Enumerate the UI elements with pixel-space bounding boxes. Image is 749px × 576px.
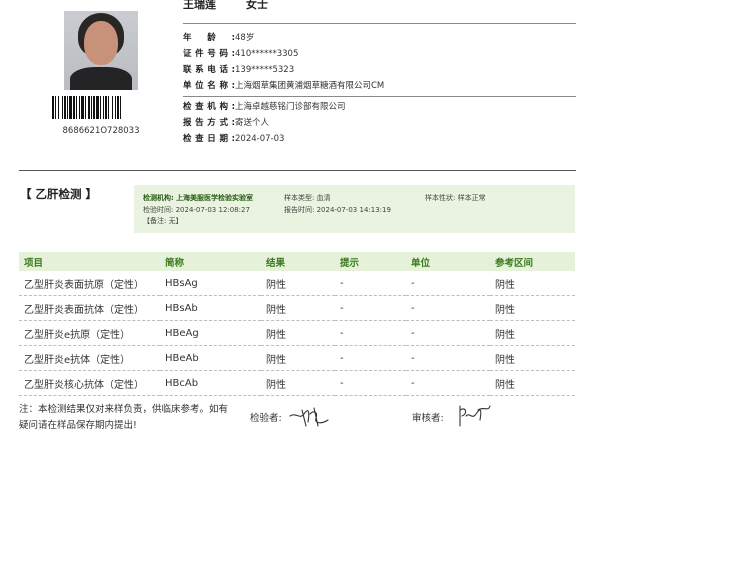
inspector-label: 检验者: xyxy=(250,413,282,424)
header-result: 结果 xyxy=(261,252,335,271)
cell-item: 乙型肝炎表面抗原（定性） xyxy=(19,271,160,296)
info-label: 单位名称: xyxy=(183,81,235,91)
table-row: 乙型肝炎核心抗体（定性） HBcAb 阴性 - - 阴性 xyxy=(19,370,575,396)
info-value: 48岁 xyxy=(235,33,255,43)
info-label: 年龄: xyxy=(183,33,235,43)
cell-result: 阴性 xyxy=(261,345,335,371)
cell-abbr: HBcAb xyxy=(160,370,261,396)
patient-name-row: 王瑞莲 女士 xyxy=(183,0,268,14)
cell-result: 阴性 xyxy=(261,295,335,321)
header-unit: 单位 xyxy=(406,252,490,271)
section-divider xyxy=(19,170,576,171)
summary-lab: 检测机构: 上海美服医学检验实验室 xyxy=(143,193,253,203)
cell-unit: - xyxy=(406,295,490,321)
cell-abbr: HBsAg xyxy=(160,271,261,296)
cell-hint: - xyxy=(335,271,406,296)
results-table: 项目 简称 结果 提示 单位 参考区间 乙型肝炎表面抗原（定性） HBsAg 阴… xyxy=(19,252,575,396)
header-abbr: 简称 xyxy=(160,252,261,271)
cell-reference: 阴性 xyxy=(490,320,575,346)
table-row: 乙型肝炎e抗原（定性） HBeAg 阴性 - - 阴性 xyxy=(19,320,575,346)
cell-result: 阴性 xyxy=(261,370,335,396)
table-header-row: 项目 简称 结果 提示 单位 参考区间 xyxy=(19,252,575,271)
barcode xyxy=(52,96,121,119)
cell-result: 阴性 xyxy=(261,320,335,346)
patient-gender: 女士 xyxy=(246,0,268,11)
cell-hint: - xyxy=(335,295,406,321)
table-row: 乙型肝炎e抗体（定性） HBeAb 阴性 - - 阴性 xyxy=(19,345,575,371)
info-phone: 联系电话:139*****5323 xyxy=(183,63,294,75)
exam-label: 检查机构: xyxy=(183,102,235,112)
footer-note: 注：本检测结果仅对来样负责，供临床参考。如有疑问请在样品保存期内提出! xyxy=(19,404,229,431)
cell-item: 乙型肝炎e抗原（定性） xyxy=(19,320,160,346)
info-value: 上海烟草集团黄浦烟草糖酒有限公司CM xyxy=(235,81,385,91)
cell-abbr: HBeAb xyxy=(160,345,261,371)
header-item: 项目 xyxy=(19,252,160,271)
exam-value: 上海卓越慈铭门诊部有限公司 xyxy=(235,102,346,112)
summary-note: 【备注: 无】 xyxy=(143,217,183,225)
exam-date: 检查日期:2024-07-03 xyxy=(183,132,284,144)
info-id-number: 证件号码:410******3305 xyxy=(183,47,298,59)
cell-hint: - xyxy=(335,370,406,396)
barcode-number: 8686621O728033 xyxy=(62,126,140,136)
cell-unit: - xyxy=(406,345,490,371)
exam-value: 2024-07-03 xyxy=(235,134,285,144)
cell-unit: - xyxy=(406,320,490,346)
table-row: 乙型肝炎表面抗体（定性） HBsAb 阴性 - - 阴性 xyxy=(19,295,575,321)
cell-abbr: HBsAb xyxy=(160,295,261,321)
reviewer-signature xyxy=(459,405,491,427)
cell-unit: - xyxy=(406,370,490,396)
inspector-signature xyxy=(289,407,329,427)
cell-hint: - xyxy=(335,345,406,371)
exam-institution: 检查机构:上海卓越慈铭门诊部有限公司 xyxy=(183,100,346,112)
summary-lab-value: 上海美服医学检验实验室 xyxy=(176,194,254,202)
exam-report-method: 报告方式:寄送个人 xyxy=(183,116,269,128)
header-reference: 参考区间 xyxy=(490,252,575,271)
cell-item: 乙型肝炎表面抗体（定性） xyxy=(19,295,160,321)
cell-reference: 阴性 xyxy=(490,295,575,321)
cell-reference: 阴性 xyxy=(490,345,575,371)
cell-reference: 阴性 xyxy=(490,271,575,296)
info-age: 年龄:48岁 xyxy=(183,31,254,43)
exam-value: 寄送个人 xyxy=(235,118,270,128)
info-value: 410******3305 xyxy=(235,49,299,59)
table-row: 乙型肝炎表面抗原（定性） HBsAg 阴性 - - 阴性 xyxy=(19,271,575,296)
summary-sample-type: 样本类型: 血清 xyxy=(284,194,331,202)
patient-photo xyxy=(64,11,138,90)
info-label: 联系电话: xyxy=(183,65,235,75)
test-summary-box: 检测机构: 上海美服医学检验实验室 样本类型: 血清 样本性状: 样本正常 检验… xyxy=(134,185,575,233)
cell-item: 乙型肝炎核心抗体（定性） xyxy=(19,370,160,396)
info-label: 证件号码: xyxy=(183,49,235,59)
summary-test-time: 检验时间: 2024-07-03 12:08:27 xyxy=(143,206,250,214)
cell-item: 乙型肝炎e抗体（定性） xyxy=(19,345,160,371)
header-hint: 提示 xyxy=(335,252,406,271)
cell-abbr: HBeAg xyxy=(160,320,261,346)
exam-label: 检查日期: xyxy=(183,134,235,144)
exam-label: 报告方式: xyxy=(183,118,235,128)
reviewer-label: 审核者: xyxy=(412,413,444,424)
info-company: 单位名称:上海烟草集团黄浦烟草糖酒有限公司CM xyxy=(183,79,384,91)
info-value: 139*****5323 xyxy=(235,65,295,75)
patient-name: 王瑞莲 xyxy=(183,0,216,11)
cell-result: 阴性 xyxy=(261,271,335,296)
section-title: 【 乙肝检测 】 xyxy=(20,187,98,201)
summary-sample-status: 样本性状: 样本正常 xyxy=(425,194,486,202)
cell-reference: 阴性 xyxy=(490,370,575,396)
info-divider xyxy=(183,96,576,97)
summary-lab-label: 检测机构: xyxy=(143,194,174,202)
summary-report-time: 报告时间: 2024-07-03 14:13:19 xyxy=(284,206,391,214)
header-divider xyxy=(183,23,576,24)
cell-unit: - xyxy=(406,271,490,296)
cell-hint: - xyxy=(335,320,406,346)
